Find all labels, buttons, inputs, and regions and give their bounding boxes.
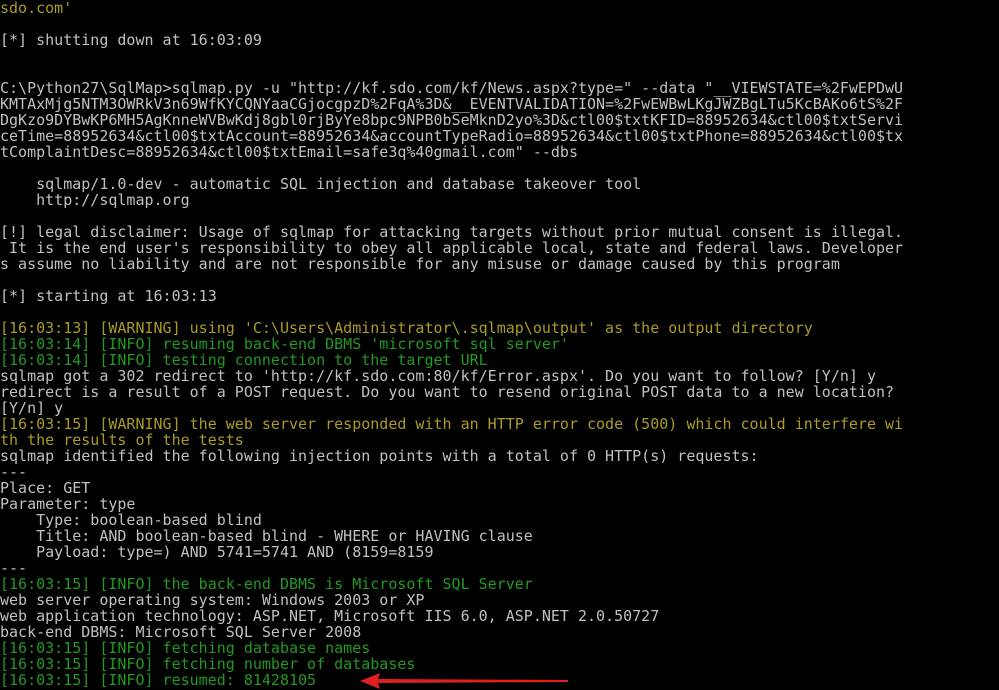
terminal-line: [16:03:14] [INFO] resuming back-end DBMS… bbox=[0, 335, 569, 353]
terminal-line: --- bbox=[0, 463, 28, 481]
terminal-line: C:\Python27\SqlMap>sqlmap.py -u "http://… bbox=[0, 79, 904, 97]
terminal-line: [!] legal disclaimer: Usage of sqlmap fo… bbox=[0, 223, 904, 241]
terminal-line: KMTAxMjg5NTM3OWRkV3n69WfKYCQNYaaCGjocgpz… bbox=[0, 95, 904, 113]
terminal-line: [*] starting at 16:03:13 bbox=[0, 287, 217, 305]
terminal-line: [Y/n] y bbox=[0, 399, 64, 417]
terminal-line: [16:03:15] [INFO] fetching number of dat… bbox=[0, 655, 416, 673]
terminal-line: web server operating system: Windows 200… bbox=[0, 591, 425, 609]
terminal-line: Type: boolean-based blind bbox=[0, 511, 262, 529]
terminal-line: sdo.com' bbox=[0, 0, 73, 17]
terminal-line: th the results of the tests bbox=[0, 431, 244, 449]
terminal-line: DgKzo9DYBwKP6MH5AgKnneWVBwKdj8gbl0rjByYe… bbox=[0, 111, 904, 129]
terminal-line: sqlmap identified the following injectio… bbox=[0, 447, 759, 465]
terminal-line: redirect is a result of a POST request. … bbox=[0, 383, 895, 401]
terminal-line: [16:03:15] [INFO] fetching database name… bbox=[0, 639, 371, 657]
terminal-line: [*] shutting down at 16:03:09 bbox=[0, 31, 262, 49]
terminal-line: sqlmap got a 302 redirect to 'http://kf.… bbox=[0, 367, 876, 385]
terminal-line: Parameter: type bbox=[0, 495, 136, 513]
terminal-line: sqlmap/1.0-dev - automatic SQL injection… bbox=[0, 175, 642, 193]
terminal-line: tComplaintDesc=88952634&ctl00$txtEmail=s… bbox=[0, 143, 578, 161]
terminal-line: Payload: type=) AND 5741=5741 AND (8159=… bbox=[0, 543, 434, 561]
terminal-line: Title: AND boolean-based blind - WHERE o… bbox=[0, 527, 533, 545]
terminal-line: ceTime=88952634&ctl00$txtAccount=8895263… bbox=[0, 127, 904, 145]
terminal-output[interactable]: sdo.com' [*] shutting down at 16:03:09 C:\… bbox=[0, 0, 999, 689]
arrow-shape bbox=[360, 673, 568, 689]
terminal-line: It is the end user's responsibility to o… bbox=[0, 239, 904, 257]
terminal-line: s assume no liability and are not respon… bbox=[0, 255, 840, 273]
terminal-line: [16:03:15] [INFO] the back-end DBMS is M… bbox=[0, 575, 533, 593]
terminal-line: [16:03:13] [WARNING] using 'C:\Users\Adm… bbox=[0, 319, 813, 337]
terminal-line: back-end DBMS: Microsoft SQL Server 2008 bbox=[0, 623, 362, 641]
terminal-line: [16:03:14] [INFO] testing connection to … bbox=[0, 351, 488, 369]
terminal-line: http://sqlmap.org bbox=[0, 191, 190, 209]
red-arrow-annotation bbox=[360, 673, 568, 689]
terminal-line: [16:03:15] [WARNING] the web server resp… bbox=[0, 415, 904, 433]
terminal-line: --- bbox=[0, 559, 28, 577]
terminal-line: Place: GET bbox=[0, 479, 91, 497]
terminal-line: web application technology: ASP.NET, Mic… bbox=[0, 607, 660, 625]
